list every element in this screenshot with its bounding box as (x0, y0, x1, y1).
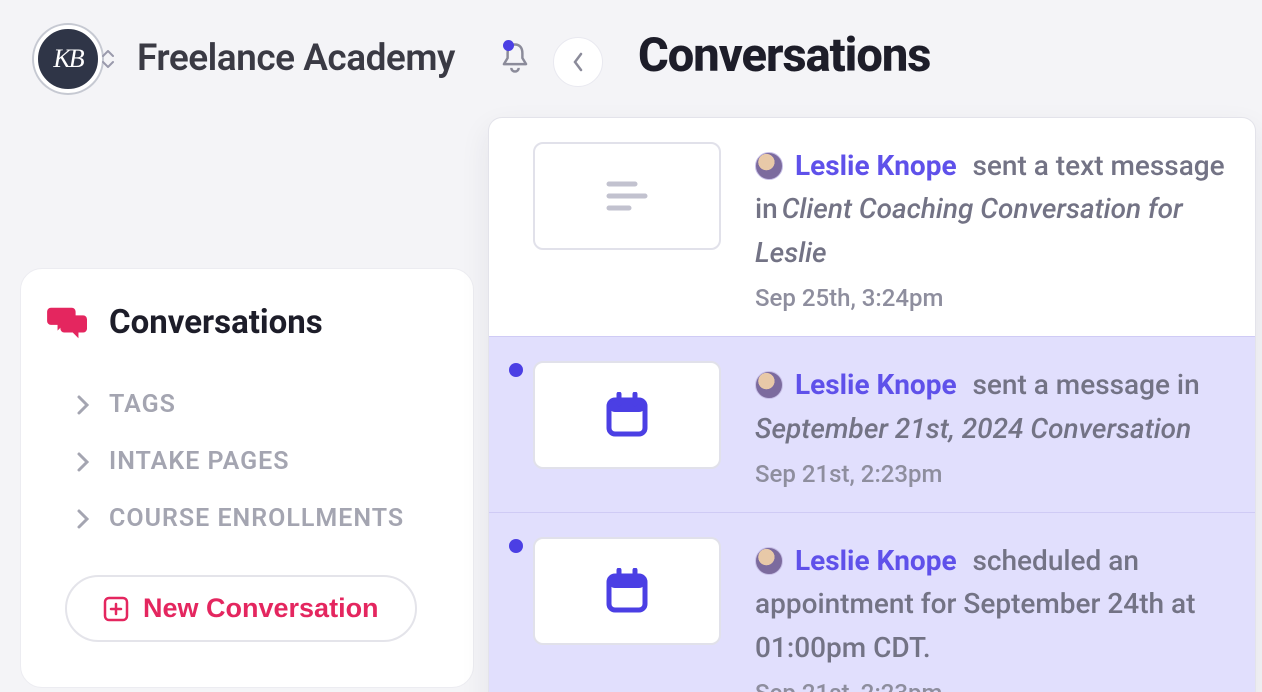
new-conversation-label: New Conversation (143, 593, 379, 624)
sidebar-item-label: COURSE ENROLLMENTS (109, 504, 404, 533)
new-conversation-button[interactable]: New Conversation (65, 575, 417, 642)
collapse-sidebar-button[interactable] (553, 37, 603, 87)
chevron-up-down-icon (102, 47, 116, 71)
notification-body: Leslie Knope scheduled an appointment fo… (755, 537, 1231, 692)
notification-timestamp: Sep 25th, 3:24pm (755, 284, 1231, 312)
notification-object: September 21st, 2024 Conversation (755, 412, 1191, 445)
app-header: KB Freelance Academy (0, 0, 578, 117)
notification-timestamp: Sep 21st, 2:23pm (755, 679, 1231, 692)
notification-person: Leslie Knope (795, 544, 957, 577)
text-lines-icon (605, 176, 649, 216)
sidebar-item-tags[interactable]: TAGS (47, 376, 447, 433)
notification-thumbnail (533, 142, 721, 250)
notification-item[interactable]: Leslie Knope sent a text message in Clie… (489, 118, 1255, 336)
notifications-dropdown: Leslie Knope sent a text message in Clie… (488, 117, 1256, 692)
page-title: Conversations (638, 28, 930, 83)
calendar-icon (605, 392, 649, 438)
notification-thumbnail (533, 361, 721, 469)
brand-logo-initials: KB (53, 44, 82, 74)
chevron-right-icon (75, 450, 91, 474)
unread-dot-icon (509, 363, 523, 377)
notification-body: Leslie Knope sent a message in September… (755, 361, 1231, 488)
notification-timestamp: Sep 21st, 2:23pm (755, 460, 1231, 488)
sidebar-heading: Conversations (109, 303, 323, 342)
chevron-left-icon (571, 51, 585, 73)
workspace-title: Freelance Academy (137, 37, 455, 80)
avatar (755, 547, 783, 575)
notification-dot-icon (503, 40, 514, 51)
notification-thumbnail (533, 537, 721, 645)
sidebar-item-intake-pages[interactable]: INTAKE PAGES (47, 433, 447, 490)
sidebar-item-course-enrollments[interactable]: COURSE ENROLLMENTS (47, 490, 447, 547)
calendar-icon (605, 568, 649, 614)
notification-body: Leslie Knope sent a text message in Clie… (755, 142, 1231, 312)
notification-person: Leslie Knope (795, 149, 957, 182)
workspace-switcher[interactable]: KB (34, 25, 102, 93)
sidebar-heading-row[interactable]: Conversations (47, 303, 447, 342)
unread-dot-icon (509, 539, 523, 553)
conversations-icon (47, 304, 89, 342)
avatar (755, 371, 783, 399)
notification-item[interactable]: Leslie Knope scheduled an appointment fo… (489, 512, 1255, 692)
notification-item[interactable]: Leslie Knope sent a message in September… (489, 336, 1255, 512)
notifications-button[interactable] (495, 38, 535, 78)
notification-person: Leslie Knope (795, 368, 957, 401)
chevron-right-icon (75, 393, 91, 417)
sidebar-item-label: INTAKE PAGES (109, 447, 290, 476)
plus-square-icon (103, 596, 129, 622)
notification-object: Client Coaching Conversation for Leslie (755, 192, 1183, 268)
avatar (755, 152, 783, 180)
chevron-right-icon (75, 507, 91, 531)
notification-action: sent a message in (972, 368, 1199, 401)
sidebar-item-label: TAGS (109, 390, 176, 419)
sidebar: Conversations TAGS INTAKE PAGES COURSE E… (20, 268, 474, 688)
